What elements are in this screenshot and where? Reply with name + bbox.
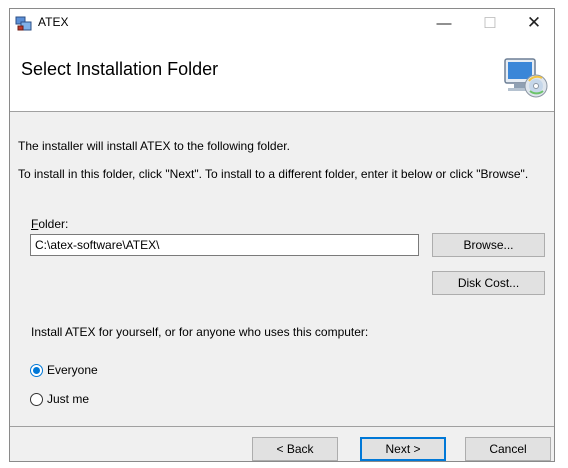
title-bar: ATEX — ☐ ✕: [10, 9, 554, 37]
radio-just-me[interactable]: Just me: [30, 392, 89, 406]
next-button[interactable]: Next >: [360, 437, 446, 461]
page-title: Select Installation Folder: [21, 59, 219, 79]
disk-cost-button[interactable]: Disk Cost...: [432, 271, 545, 295]
browse-button[interactable]: Browse...: [432, 233, 545, 257]
installer-app-icon: [15, 16, 32, 31]
back-button[interactable]: < Back: [252, 437, 338, 461]
install-description: The installer will install ATEX to the f…: [18, 139, 290, 153]
footer-divider: [10, 426, 554, 427]
radio-just-me-label: Just me: [47, 392, 90, 406]
radio-everyone[interactable]: Everyone: [30, 363, 98, 377]
window-title: ATEX: [38, 15, 69, 29]
computer-disc-icon: [504, 58, 548, 98]
header-banner: Select Installation Folder: [10, 37, 554, 112]
radio-button-unselected[interactable]: [30, 392, 43, 406]
close-button[interactable]: ✕: [512, 9, 556, 37]
radio-button-selected[interactable]: [30, 363, 43, 377]
folder-label: Folder:: [31, 217, 68, 231]
radio-everyone-label: Everyone: [47, 363, 98, 377]
maximize-button[interactable]: ☐: [468, 9, 512, 37]
cancel-button[interactable]: Cancel: [465, 437, 551, 461]
minimize-button[interactable]: —: [422, 9, 466, 37]
install-scope-label: Install ATEX for yourself, or for anyone…: [31, 325, 369, 339]
folder-path-input[interactable]: [30, 234, 419, 256]
install-instructions: To install in this folder, click "Next".…: [18, 167, 529, 181]
folder-label-text: older:: [38, 217, 69, 231]
installer-window: ATEX — ☐ ✕ Select Installation Folder Th…: [9, 8, 555, 462]
